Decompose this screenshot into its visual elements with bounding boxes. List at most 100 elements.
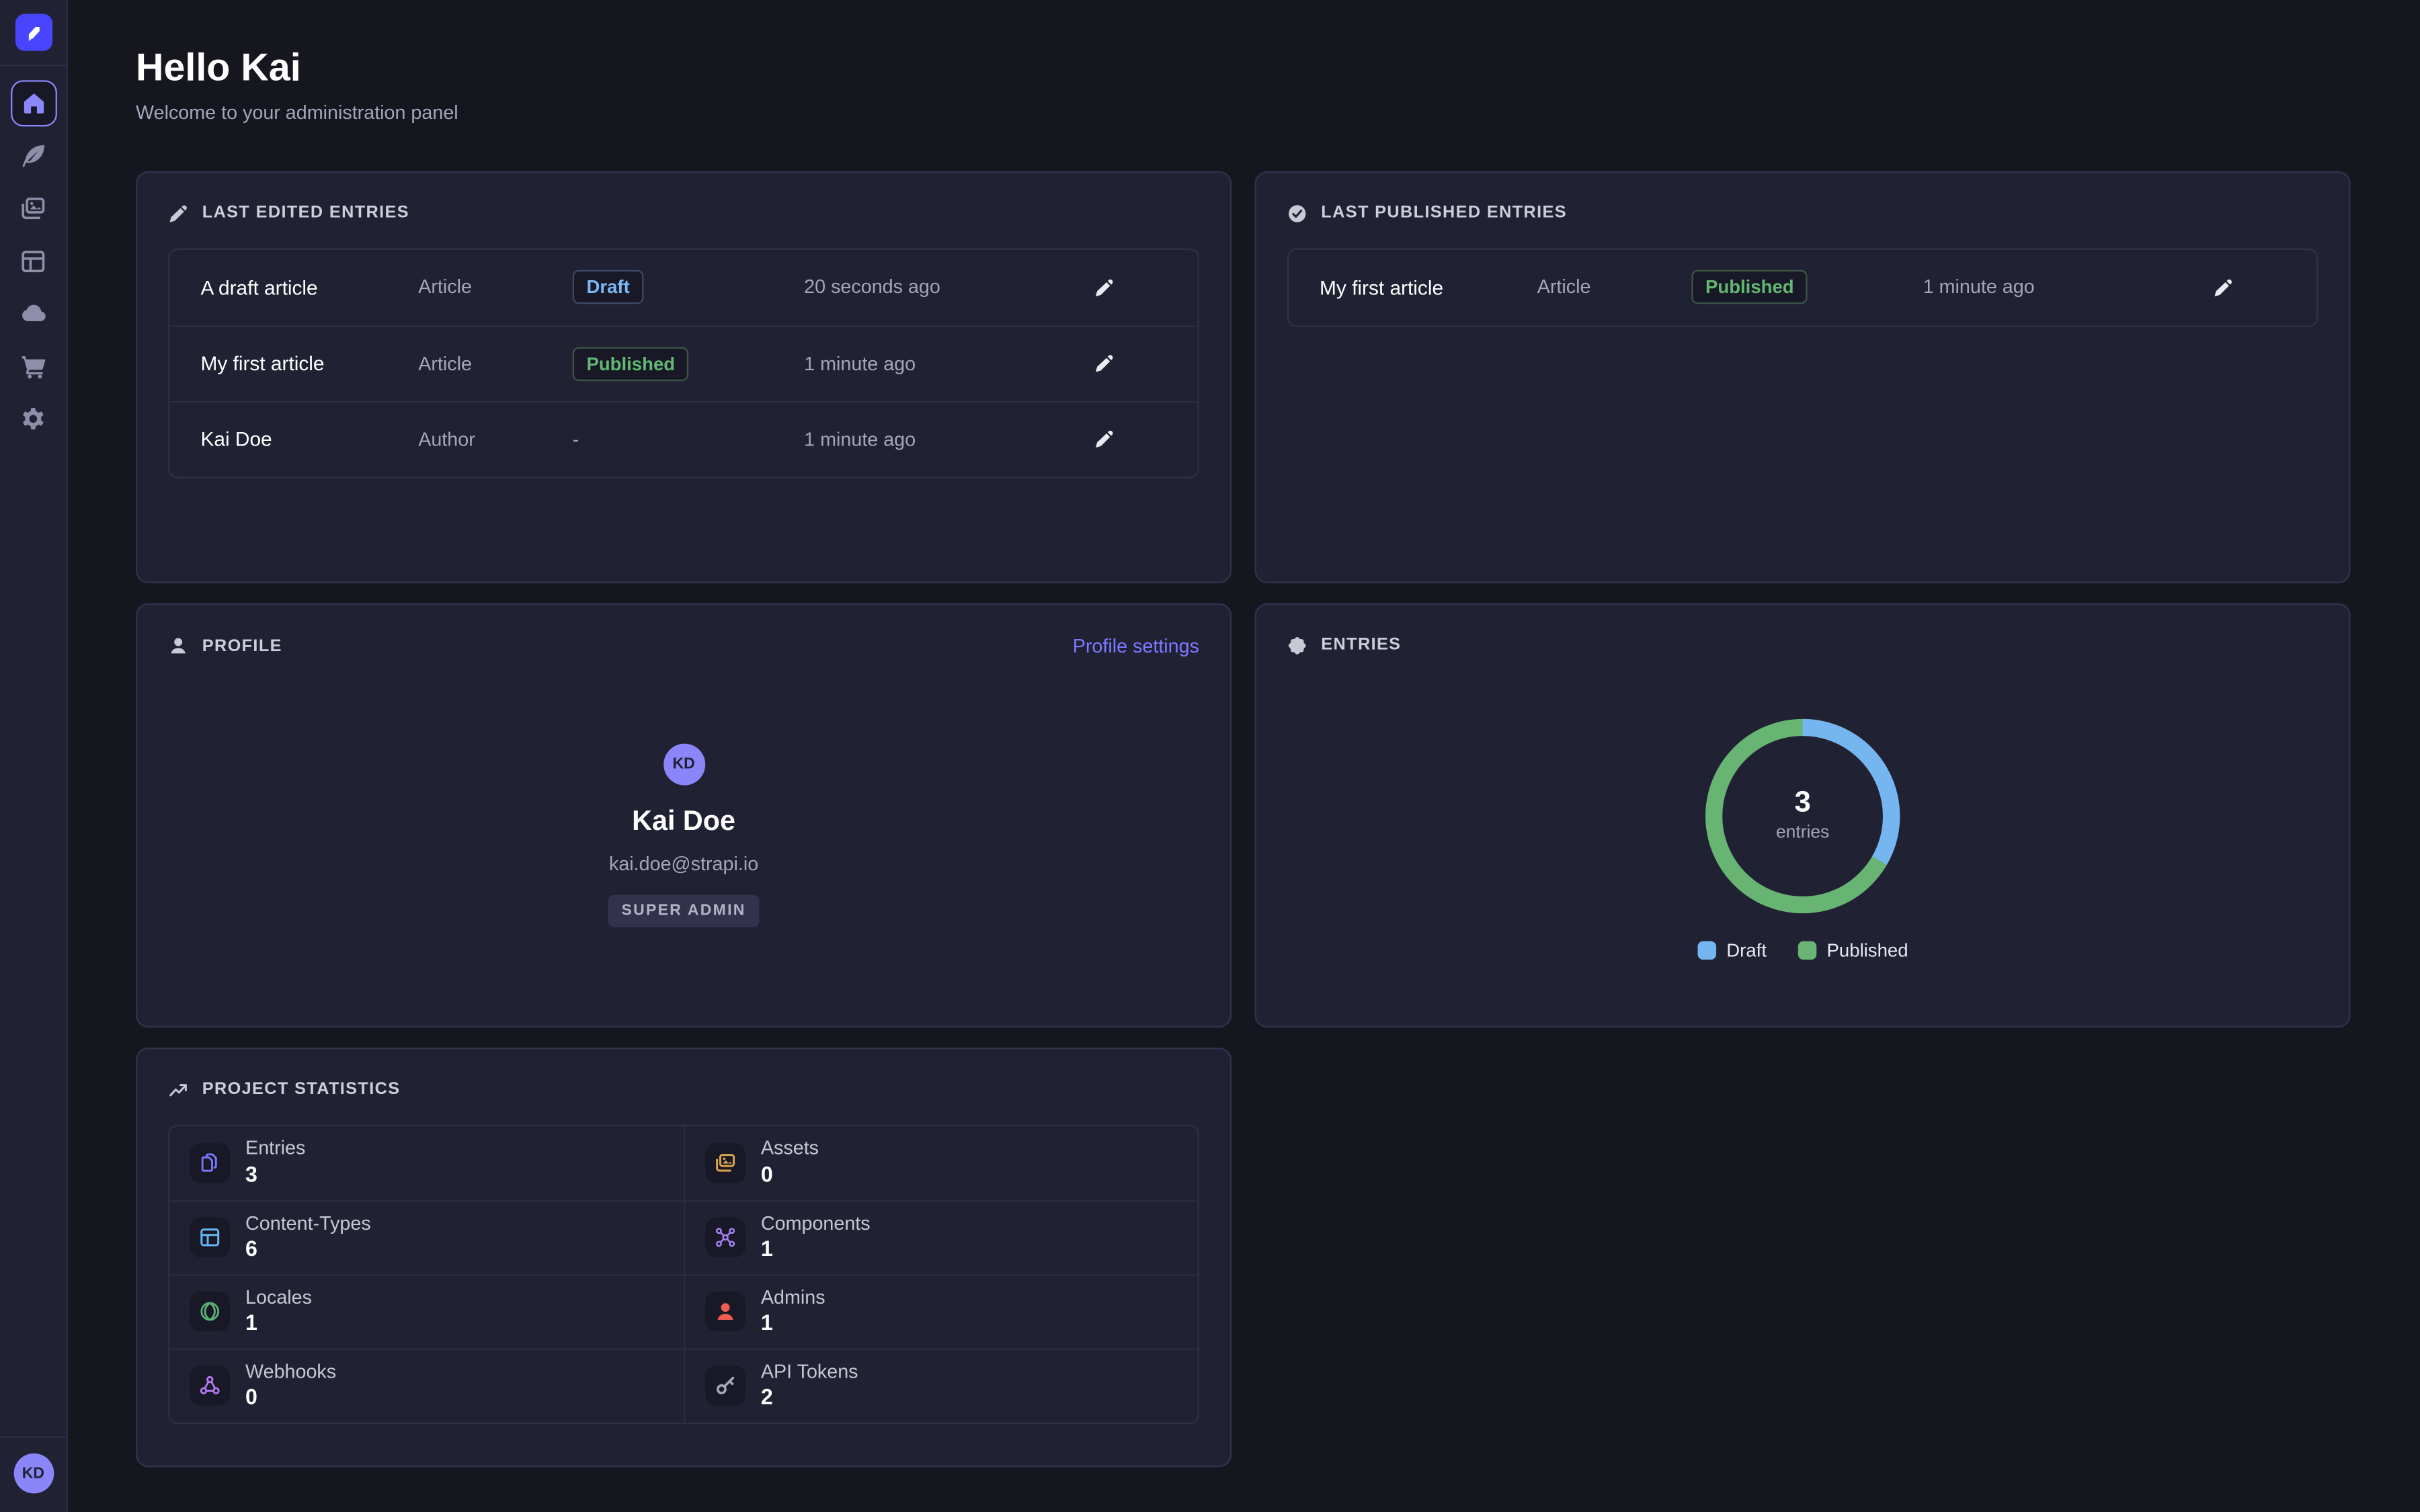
status-empty: - <box>573 429 579 450</box>
sidebar-item-cloud[interactable] <box>10 290 56 337</box>
stat-label: Entries <box>245 1139 305 1161</box>
layout-icon <box>20 247 46 274</box>
gear-icon <box>20 405 46 431</box>
status-badge: Published <box>573 347 689 381</box>
puzzle-icon <box>1287 635 1307 655</box>
stat-icon-tile <box>190 1292 230 1332</box>
status-badge: Published <box>1691 270 1808 304</box>
stat-webhooks: Webhooks0 <box>170 1348 684 1422</box>
entries-count: 3 <box>1794 789 1810 818</box>
stat-assets: Assets0 <box>684 1126 1198 1200</box>
stat-icon-tile <box>705 1292 745 1332</box>
legend-item-published: Published <box>1798 939 1908 961</box>
card-header: LAST EDITED ENTRIES <box>168 203 1199 223</box>
stat-label: Components <box>761 1214 871 1235</box>
stat-value: 3 <box>245 1163 305 1187</box>
stat-label: API Tokens <box>761 1362 858 1384</box>
entries-count-label: entries <box>1776 825 1829 843</box>
sidebar-item-content-type-builder[interactable] <box>10 238 56 284</box>
edit-entry-button[interactable] <box>1086 423 1121 457</box>
file-icon <box>199 1152 220 1173</box>
stat-content-types: Content-Types6 <box>170 1200 684 1274</box>
images-icon <box>715 1152 736 1173</box>
entry-name: Kai Doe <box>200 428 418 451</box>
table-row[interactable]: My first article Article Published 1 min… <box>170 325 1198 401</box>
card-title: ENTRIES <box>1321 636 1401 655</box>
stat-label: Webhooks <box>245 1362 336 1384</box>
globe-icon <box>199 1301 220 1322</box>
card-header: ENTRIES <box>1287 635 2318 655</box>
main-content: Hello Kai Welcome to your administration… <box>68 0 2420 1512</box>
entry-name: A draft article <box>200 276 418 298</box>
trend-up-icon <box>168 1080 188 1100</box>
profile-body: KD Kai Doe kai.doe@strapi.io SUPER ADMIN <box>168 657 1199 927</box>
table-row[interactable]: A draft article Article Draft 20 seconds… <box>170 249 1198 325</box>
user-avatar[interactable]: KD <box>13 1454 54 1494</box>
pencil-icon <box>2212 278 2232 298</box>
card-title: PROFILE <box>202 637 282 656</box>
sidebar: KD <box>0 0 68 1512</box>
layout-icon <box>199 1227 220 1249</box>
statistics-table: Entries3 Assets0 Content-Types6 Componen… <box>168 1124 1199 1423</box>
key-icon <box>715 1375 736 1396</box>
sidebar-item-content-manager[interactable] <box>10 132 56 179</box>
entry-status-cell: Draft <box>573 270 804 304</box>
dashboard-grid: LAST EDITED ENTRIES A draft article Arti… <box>136 171 2351 1467</box>
person-icon <box>168 636 188 656</box>
sidebar-footer: KD <box>0 1423 67 1512</box>
stat-value: 1 <box>245 1312 312 1336</box>
entry-updated: 1 minute ago <box>804 353 1086 374</box>
stat-label: Locales <box>245 1288 312 1309</box>
status-badge: Draft <box>573 270 644 304</box>
donut-center: 3 entries <box>1702 716 1902 916</box>
page-subtitle: Welcome to your administration panel <box>136 101 2351 123</box>
stat-icon-tile <box>705 1366 745 1406</box>
last-published-table: My first article Article Published 1 min… <box>1287 248 2318 327</box>
stat-entries: Entries3 <box>170 1126 684 1200</box>
table-row[interactable]: Kai Doe Author - 1 minute ago <box>170 401 1198 476</box>
cloud-icon <box>20 300 46 327</box>
edit-entry-button[interactable] <box>1086 347 1121 381</box>
home-icon <box>21 91 46 116</box>
sidebar-item-home[interactable] <box>10 80 56 126</box>
strapi-mark-icon <box>21 20 46 45</box>
entries-card: ENTRIES 3 entries Draft <box>1255 603 2351 1027</box>
last-edited-entries-card: LAST EDITED ENTRIES A draft article Arti… <box>136 171 1232 583</box>
entry-status-cell: Published <box>1691 270 1923 304</box>
entry-status-cell: - <box>573 425 804 453</box>
card-title: PROJECT STATISTICS <box>202 1081 401 1099</box>
stat-icon-tile <box>190 1143 230 1183</box>
stat-locales: Locales 1 <box>170 1274 684 1348</box>
pencil-icon <box>1094 429 1114 450</box>
entry-type: Article <box>418 353 573 374</box>
page-title: Hello Kai <box>136 46 2351 91</box>
edit-entry-button[interactable] <box>2206 270 2240 304</box>
legend-label: Published <box>1827 939 1908 961</box>
profile-email: kai.doe@strapi.io <box>609 853 758 874</box>
entries-donut-chart: 3 entries <box>1702 716 1902 916</box>
stat-api-tokens: API Tokens2 <box>684 1348 1198 1422</box>
stat-value: 0 <box>761 1163 819 1187</box>
profile-settings-link[interactable]: Profile settings <box>1073 635 1199 657</box>
sidebar-item-marketplace[interactable] <box>10 343 56 389</box>
sidebar-divider <box>0 65 67 66</box>
stat-value: 1 <box>761 1312 825 1336</box>
components-icon <box>715 1227 736 1249</box>
stat-icon-tile <box>190 1366 230 1406</box>
stat-label: Assets <box>761 1139 819 1161</box>
legend-item-draft: Draft <box>1697 939 1767 961</box>
strapi-admin-app: KD Hello Kai Welcome to your administrat… <box>0 0 2420 1512</box>
stat-value: 2 <box>761 1386 858 1410</box>
last-published-entries-card: LAST PUBLISHED ENTRIES My first article … <box>1255 171 2351 583</box>
edit-entry-button[interactable] <box>1086 270 1121 304</box>
cart-icon <box>20 353 46 379</box>
stat-value: 1 <box>761 1238 871 1261</box>
user-icon <box>715 1301 736 1322</box>
strapi-logo-icon[interactable] <box>15 14 52 51</box>
table-row[interactable]: My first article Article Published 1 min… <box>1289 249 2316 325</box>
entry-type: Article <box>418 277 573 298</box>
entry-type: Author <box>418 429 573 450</box>
sidebar-item-media-library[interactable] <box>10 185 56 232</box>
sidebar-item-settings[interactable] <box>10 395 56 442</box>
card-header: PROFILE Profile settings <box>168 635 1199 657</box>
